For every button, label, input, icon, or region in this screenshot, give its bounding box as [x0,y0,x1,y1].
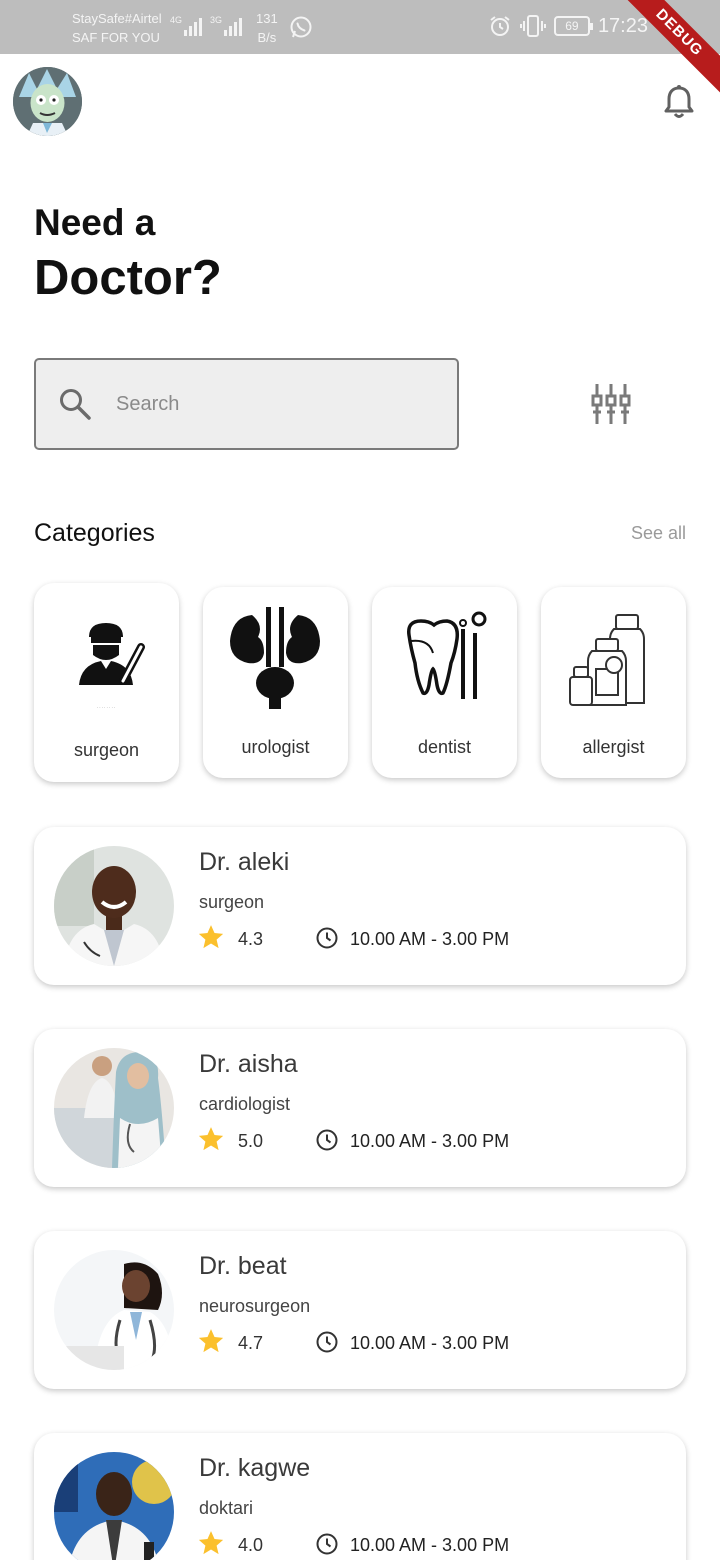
doctor-photo-image [54,1452,174,1560]
whatsapp-icon [290,16,312,38]
search-input[interactable] [116,382,436,426]
star-icon [198,925,224,949]
hero-title-line1: Need a [34,202,156,243]
svg-text:4G: 4G [170,15,182,25]
category-label: dentist [417,737,472,757]
signal-3g-icon: 3G [210,15,242,36]
doctor-card[interactable]: Dr. kagwe doktari 4.0 10.00 AM - 3.00 PM [34,1433,686,1560]
doctor-name: Dr. aisha [199,1050,298,1078]
category-label: urologist [241,737,310,757]
doctor-photo [54,1250,174,1370]
avatar-image [13,67,82,136]
status-right: 69 17:23 [488,14,648,38]
signal-4g-icon: 4G [170,15,202,36]
doctor-specialty: surgeon [199,892,265,912]
tooth-icon [407,611,487,699]
doctor-card[interactable]: Dr. aleki surgeon 4.3 10.00 AM - 3.00 PM [34,827,686,985]
clock-icon [316,927,338,949]
star-icon [198,1127,224,1151]
doctor-photo [54,1452,174,1560]
doctor-specialty: neurosurgeon [199,1296,311,1316]
carrier-subtext: SAF FOR YOU [72,30,160,45]
filter-button[interactable] [588,382,634,426]
doctor-specialty: doktari [199,1498,254,1518]
doctor-photo-image [54,1048,174,1168]
doctor-card[interactable]: Dr. beat neurosurgeon 4.7 10.00 AM - 3.0… [34,1231,686,1389]
doctor-card[interactable]: Dr. aisha cardiologist 5.0 10.00 AM - 3.… [34,1029,686,1187]
category-surgeon[interactable]: · · · · · · · · surgeon [34,583,179,782]
clock-icon [316,1331,338,1353]
status-bar: StaySafe#Airtel SAF FOR YOU 4G 3G 131 B/… [0,0,720,96]
network-speed-value: 131 [256,11,278,26]
categories-heading: Categories [34,519,155,547]
doctor-photo-image [54,846,174,966]
doctor-specialty: cardiologist [199,1094,291,1114]
category-allergist[interactable]: allergist [541,587,686,778]
doctor-photo-image [54,1250,174,1370]
clock-icon [316,1533,338,1555]
clock-time: 17:23 [597,14,648,37]
search-box[interactable] [34,358,459,450]
svg-text:· · · · · · · ·: · · · · · · · · [97,705,115,710]
medicine-bottles-icon [569,614,645,706]
doctor-name: Dr. kagwe [199,1454,311,1482]
user-avatar[interactable] [13,67,82,136]
see-all-link[interactable]: See all [631,522,686,544]
filter-sliders-icon [591,384,631,424]
search-icon [60,389,91,420]
svg-text:3G: 3G [210,15,222,25]
carrier-info: StaySafe#Airtel SAF FOR YOU [72,9,162,47]
clock-icon [316,1129,338,1151]
star-icon [198,1329,224,1353]
surgeon-icon: · · · · · · · · [79,623,145,710]
vibrate-icon [519,15,546,37]
carrier-name: StaySafe#Airtel [72,11,162,26]
bell-icon [664,85,694,118]
doctor-rating: 4.0 [238,1535,264,1555]
kidney-icon [230,607,320,709]
category-label: allergist [582,737,645,757]
hero-title-line2: Doctor? [34,251,222,305]
category-dentist[interactable]: dentist [372,587,517,778]
doctor-name: Dr. aleki [199,848,290,876]
doctor-hours: 10.00 AM - 3.00 PM [350,929,510,949]
network-speed: 131 B/s [256,9,278,47]
network-speed-unit: B/s [257,30,277,45]
notification-button[interactable] [662,84,696,120]
alarm-icon [490,16,510,36]
category-label: surgeon [73,740,140,760]
battery-indicator: 69 [553,16,593,36]
doctor-photo [54,1048,174,1168]
doctor-rating: 5.0 [238,1131,264,1151]
doctor-rating: 4.7 [238,1333,264,1353]
doctor-photo [54,846,174,966]
doctor-hours: 10.00 AM - 3.00 PM [350,1131,510,1151]
doctor-hours: 10.00 AM - 3.00 PM [350,1333,510,1353]
doctor-name: Dr. beat [199,1252,287,1280]
star-icon [198,1531,224,1555]
category-urologist[interactable]: urologist [203,587,348,778]
doctor-rating: 4.3 [238,929,264,949]
doctor-hours: 10.00 AM - 3.00 PM [350,1535,510,1555]
